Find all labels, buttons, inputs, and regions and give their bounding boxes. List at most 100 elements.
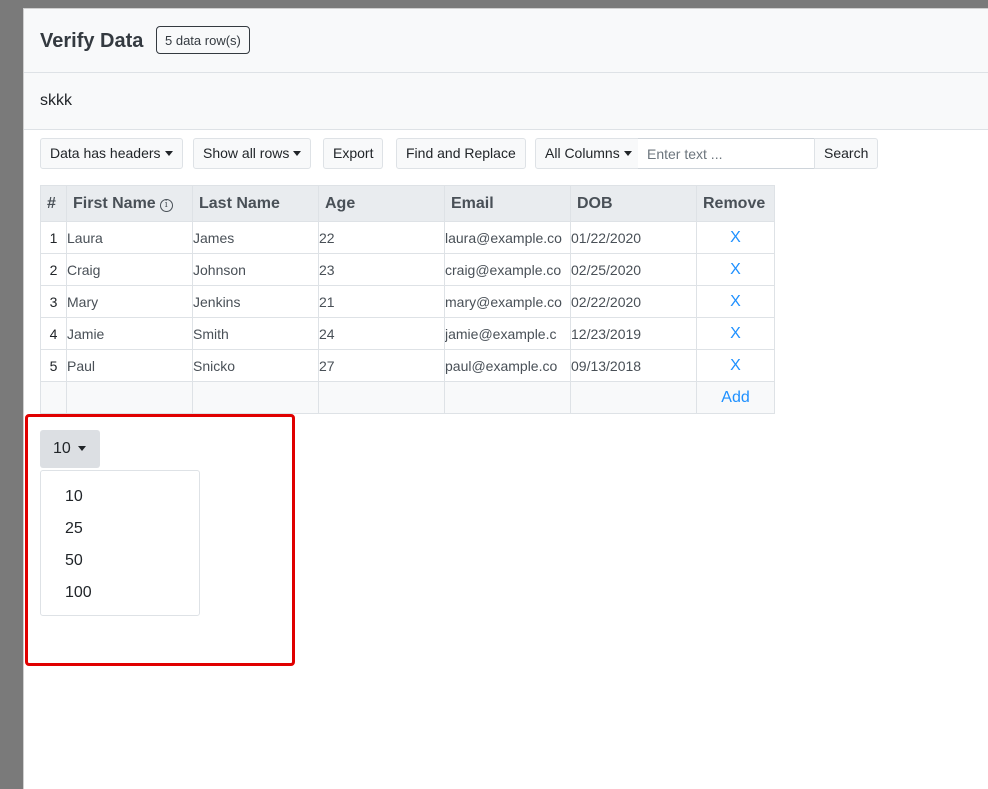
- cell-text: Mary: [67, 293, 99, 310]
- cell-text: 23: [319, 261, 335, 278]
- page-size-option-100[interactable]: 100: [41, 577, 199, 609]
- page-size-dropdown-button[interactable]: 10: [40, 430, 100, 468]
- cell-last-name[interactable]: James: [192, 221, 319, 254]
- verify-data-modal: Verify Data 5 data row(s) skkk Data has …: [23, 8, 988, 789]
- caret-down-icon: [293, 151, 302, 156]
- cell-text: Laura: [67, 229, 103, 246]
- cell-email[interactable]: mary@example.co: [444, 285, 571, 318]
- row-number: 1: [40, 221, 67, 254]
- cell-age[interactable]: 27: [318, 349, 445, 382]
- cell-text: Johnson: [193, 261, 246, 278]
- column-header-remove: Remove: [696, 185, 775, 222]
- cell-text: craig@example.co: [445, 261, 562, 278]
- cell-age[interactable]: 23: [318, 253, 445, 286]
- columns-dropdown-label: All Columns: [545, 145, 620, 161]
- find-replace-button[interactable]: Find and Replace: [396, 138, 526, 169]
- cell-text: Jamie: [67, 325, 105, 342]
- cell-text: Paul: [67, 357, 96, 374]
- search-button[interactable]: Search: [814, 138, 879, 169]
- cell-text: 22: [319, 229, 335, 246]
- row-number: 3: [40, 285, 67, 318]
- page-size-option-50[interactable]: 50: [41, 545, 199, 577]
- empty-cell: [66, 381, 193, 414]
- cell-text: 01/22/2020: [571, 229, 642, 246]
- cell-last-name[interactable]: Johnson: [192, 253, 319, 286]
- table-row: 2 Craig Johnson 23 craig@example.co 02/2…: [40, 253, 775, 286]
- remove-row-button[interactable]: X: [730, 293, 741, 310]
- cell-age[interactable]: 21: [318, 285, 445, 318]
- cell-dob[interactable]: 12/23/2019: [570, 317, 697, 350]
- empty-cell: [192, 381, 319, 414]
- column-header-email[interactable]: Email: [444, 185, 571, 222]
- cell-email[interactable]: craig@example.co: [444, 253, 571, 286]
- cell-email[interactable]: laura@example.co: [444, 221, 571, 254]
- row-count-badge: 5 data row(s): [156, 26, 250, 54]
- cell-dob[interactable]: 02/22/2020: [570, 285, 697, 318]
- cell-text: Smith: [193, 325, 229, 342]
- cell-remove: X: [696, 253, 775, 286]
- empty-cell: [318, 381, 445, 414]
- table-row: 4 Jamie Smith 24 jamie@example.c 12/23/2…: [40, 317, 775, 350]
- add-row: Add: [40, 381, 775, 414]
- cell-first-name[interactable]: Jamie: [66, 317, 193, 350]
- row-number: 5: [40, 349, 67, 382]
- cell-first-name[interactable]: Craig: [66, 253, 193, 286]
- cell-email[interactable]: jamie@example.c: [444, 317, 571, 350]
- cell-age[interactable]: 22: [318, 221, 445, 254]
- page-size-option-10[interactable]: 10: [41, 481, 199, 513]
- column-header-number: #: [40, 185, 67, 222]
- cell-email[interactable]: paul@example.co: [444, 349, 571, 382]
- cell-first-name[interactable]: Mary: [66, 285, 193, 318]
- column-header-last-name[interactable]: Last Name: [192, 185, 319, 222]
- export-button[interactable]: Export: [323, 138, 384, 169]
- add-row-button[interactable]: Add: [721, 389, 749, 406]
- search-input[interactable]: [638, 138, 815, 169]
- cell-text: Craig: [67, 261, 101, 278]
- cell-last-name[interactable]: Smith: [192, 317, 319, 350]
- table-row: 3 Mary Jenkins 21 mary@example.co 02/22/…: [40, 285, 775, 318]
- remove-row-button[interactable]: X: [730, 261, 741, 278]
- cell-last-name[interactable]: Snicko: [192, 349, 319, 382]
- file-name-label: skkk: [40, 92, 72, 109]
- cell-text: 02/22/2020: [571, 293, 642, 310]
- modal-title: Verify Data: [40, 30, 144, 52]
- column-header-dob[interactable]: DOB: [570, 185, 697, 222]
- cell-text: 21: [319, 293, 335, 310]
- cell-first-name[interactable]: Paul: [66, 349, 193, 382]
- cell-text: James: [193, 229, 235, 246]
- modal-header: Verify Data 5 data row(s): [24, 9, 988, 73]
- columns-dropdown-button[interactable]: All Columns: [535, 138, 642, 169]
- remove-row-button[interactable]: X: [730, 357, 741, 374]
- caret-down-icon: [164, 151, 173, 156]
- cell-last-name[interactable]: Jenkins: [192, 285, 319, 318]
- cell-age[interactable]: 24: [318, 317, 445, 350]
- column-header-first-name[interactable]: First Name i: [66, 185, 193, 222]
- cell-text: 09/13/2018: [571, 357, 642, 374]
- cell-dob[interactable]: 09/13/2018: [570, 349, 697, 382]
- cell-text: 27: [319, 357, 335, 374]
- table-row: 5 Paul Snicko 27 paul@example.co 09/13/2…: [40, 349, 775, 382]
- page-size-option-25[interactable]: 25: [41, 513, 199, 545]
- remove-row-button[interactable]: X: [730, 229, 741, 246]
- cell-remove: X: [696, 285, 775, 318]
- file-name-bar: skkk: [24, 73, 988, 130]
- info-circle-icon[interactable]: i: [159, 198, 173, 212]
- cell-text: 02/25/2020: [571, 261, 642, 278]
- empty-cell: [444, 381, 571, 414]
- rows-dropdown-label: Show all rows: [203, 145, 290, 161]
- cell-dob[interactable]: 01/22/2020: [570, 221, 697, 254]
- cell-text: Jenkins: [193, 293, 241, 310]
- data-table: # First Name i Last Name Age Email DOB Re…: [40, 185, 775, 414]
- cell-remove: X: [696, 221, 775, 254]
- table-header-row: # First Name i Last Name Age Email DOB Re…: [40, 185, 775, 222]
- headers-dropdown-button[interactable]: Data has headers: [40, 138, 183, 169]
- column-header-age[interactable]: Age: [318, 185, 445, 222]
- remove-row-button[interactable]: X: [730, 325, 741, 342]
- cell-dob[interactable]: 02/25/2020: [570, 253, 697, 286]
- cell-first-name[interactable]: Laura: [66, 221, 193, 254]
- cell-text: Snicko: [193, 357, 236, 374]
- cell-text: paul@example.co: [445, 357, 558, 374]
- column-header-label: First Name: [73, 194, 156, 212]
- cell-text: 24: [319, 325, 335, 342]
- rows-dropdown-button[interactable]: Show all rows: [193, 138, 312, 169]
